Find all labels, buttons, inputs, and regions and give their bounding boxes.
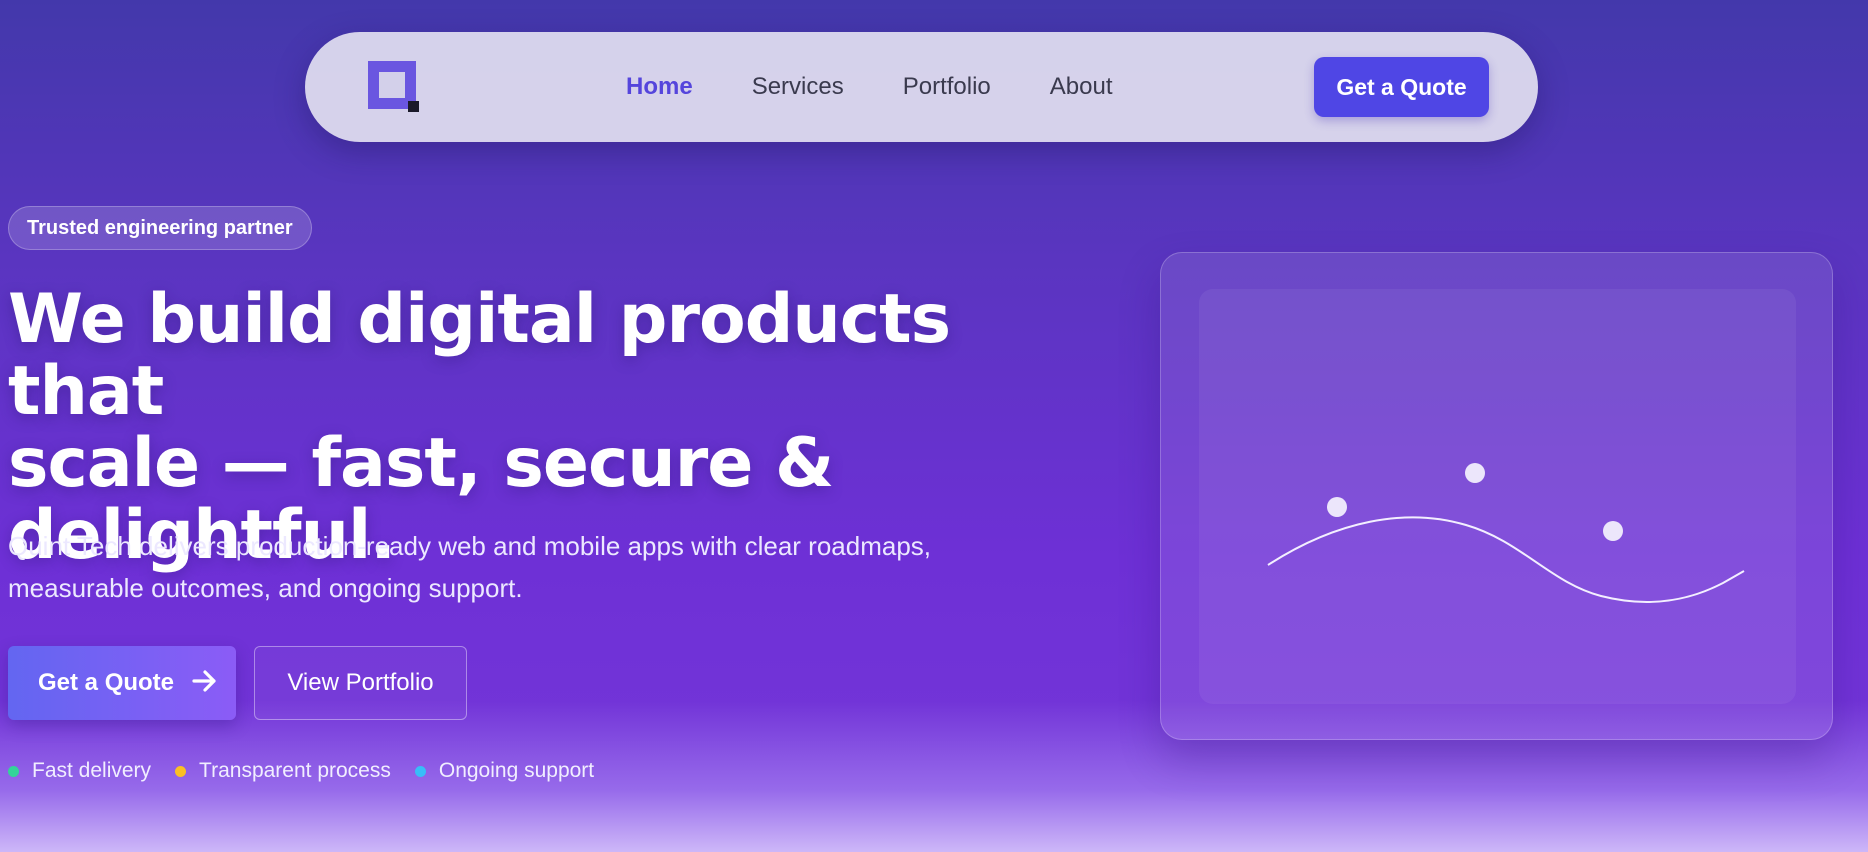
nav-link-portfolio[interactable]: Portfolio [903, 73, 991, 101]
hero-badge: Trusted engineering partner [8, 206, 312, 250]
hero-get-quote-button[interactable]: Get a Quote [8, 646, 236, 720]
hero-get-quote-label: Get a Quote [38, 669, 175, 696]
top-nav: Home Services Portfolio About Get a Quot… [305, 32, 1538, 142]
feature-label: Transparent process [199, 759, 391, 782]
green-dot-icon [8, 765, 19, 777]
feature-item: Fast delivery [8, 759, 151, 783]
feature-label: Fast delivery [32, 759, 152, 782]
arrow-right-icon [192, 667, 218, 699]
blue-dot-icon [414, 765, 426, 777]
wave-dot [1327, 497, 1347, 517]
wave-line [1268, 517, 1722, 599]
nav-get-quote-button[interactable]: Get a Quote [1314, 57, 1489, 117]
wave-dot [1465, 463, 1485, 483]
nav-link-services[interactable]: Services [752, 73, 844, 101]
view-portfolio-button[interactable]: View Portfolio [254, 646, 467, 720]
nav-links: Home Services Portfolio About [626, 32, 1171, 142]
nav-link-about[interactable]: About [1050, 73, 1113, 101]
feature-label: Ongoing support [438, 759, 595, 782]
amber-dot-icon [175, 765, 187, 777]
logo-dot [408, 101, 419, 112]
wave-illustration-icon [1267, 463, 1747, 603]
logo-icon[interactable] [368, 61, 426, 115]
logo-square-hole [379, 72, 405, 98]
hero-illustration-card [1160, 252, 1833, 740]
feature-item: Transparent process [175, 759, 391, 783]
wave-curve [1267, 516, 1745, 603]
hero-headline-line: We build digital products that [8, 280, 951, 431]
wave-line [1268, 523, 1747, 602]
hero-subtitle: Quint Tech delivers production-ready web… [8, 531, 932, 603]
wave-dot [1603, 521, 1623, 541]
hero-headline-line: scale — fast, secure & [8, 424, 834, 503]
feature-list: Fast delivery Transparent process Ongoin… [8, 758, 618, 784]
nav-link-home[interactable]: Home [626, 73, 693, 101]
feature-item: Ongoing support [414, 759, 595, 783]
